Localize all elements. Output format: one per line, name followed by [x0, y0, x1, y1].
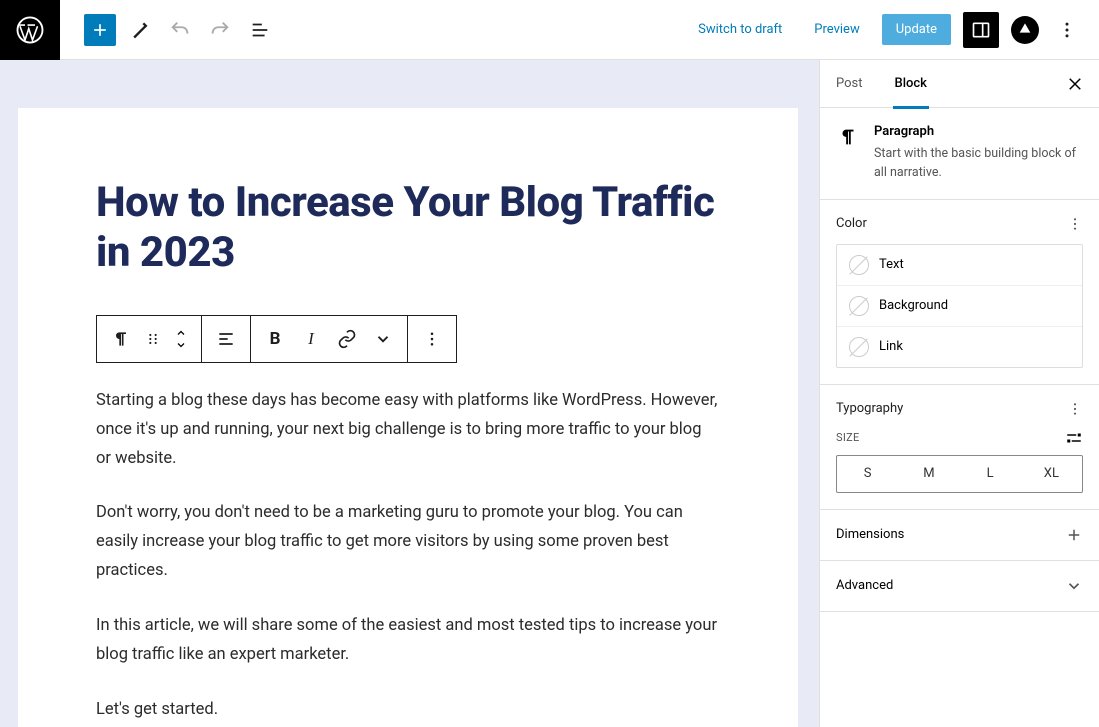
color-background-button[interactable]: Background	[837, 286, 1082, 327]
color-text-button[interactable]: Text	[837, 245, 1082, 286]
block-description: Start with the basic building block of a…	[874, 145, 1083, 183]
sidebar-toggle-button[interactable]	[963, 12, 999, 48]
add-block-button[interactable]	[84, 14, 116, 46]
color-options-button[interactable]	[1067, 216, 1083, 232]
undo-button[interactable]	[164, 14, 196, 46]
color-bg-label: Background	[879, 298, 948, 313]
tab-block[interactable]: Block	[879, 60, 943, 108]
chevron-down-icon	[1065, 577, 1083, 595]
color-swatch-icon	[849, 255, 869, 275]
link-button[interactable]	[329, 316, 365, 362]
update-button[interactable]: Update	[882, 14, 951, 45]
editor-canvas[interactable]: How to Increase Your Blog Traffic in 202…	[18, 108, 798, 727]
size-xl-button[interactable]: XL	[1021, 456, 1082, 492]
paragraph-icon	[836, 124, 860, 183]
dimensions-panel-toggle[interactable]: Dimensions	[820, 510, 1099, 561]
post-title[interactable]: How to Increase Your Blog Traffic in 202…	[96, 178, 720, 279]
more-format-button[interactable]	[365, 316, 401, 362]
size-label: SIZE	[836, 431, 860, 444]
italic-button[interactable]: I	[293, 316, 329, 362]
paragraph-block[interactable]: In this article, we will share some of t…	[96, 612, 720, 670]
block-toolbar: B I	[96, 315, 457, 363]
block-name: Paragraph	[874, 124, 1083, 139]
preview-link[interactable]: Preview	[804, 14, 869, 45]
size-settings-button[interactable]	[1065, 429, 1083, 447]
block-type-paragraph-button[interactable]	[103, 316, 139, 362]
size-l-button[interactable]: L	[960, 456, 1021, 492]
document-overview-button[interactable]	[244, 14, 276, 46]
redo-button[interactable]	[204, 14, 236, 46]
settings-sidebar: Post Block Paragraph Start with the basi…	[819, 60, 1099, 727]
color-text-label: Text	[879, 257, 904, 272]
paragraph-block[interactable]: Let's get started.	[96, 696, 720, 725]
move-up-button[interactable]	[173, 327, 189, 339]
advanced-panel-toggle[interactable]: Advanced	[820, 561, 1099, 612]
dimensions-label: Dimensions	[836, 527, 904, 542]
size-m-button[interactable]: M	[898, 456, 959, 492]
close-sidebar-button[interactable]	[1051, 60, 1099, 108]
drag-handle-button[interactable]	[139, 316, 167, 362]
size-s-button[interactable]: S	[837, 456, 898, 492]
plus-icon	[1065, 526, 1083, 544]
color-link-button[interactable]: Link	[837, 327, 1082, 367]
paragraph-block[interactable]: Don't worry, you don't need to be a mark…	[96, 499, 720, 586]
tools-button[interactable]	[124, 14, 156, 46]
typography-panel-title: Typography	[836, 401, 903, 416]
advanced-label: Advanced	[836, 578, 893, 593]
paragraph-block[interactable]: Starting a blog these days has become ea…	[96, 387, 720, 474]
options-menu-button[interactable]	[1051, 14, 1083, 46]
align-button[interactable]	[208, 316, 244, 362]
color-link-label: Link	[879, 339, 903, 354]
color-panel-title: Color	[836, 216, 867, 231]
plugin-icon[interactable]	[1011, 16, 1039, 44]
block-options-button[interactable]	[414, 316, 450, 362]
wordpress-logo[interactable]	[0, 0, 60, 60]
switch-to-draft-link[interactable]: Switch to draft	[688, 14, 792, 45]
typography-options-button[interactable]	[1067, 401, 1083, 417]
move-down-button[interactable]	[173, 339, 189, 351]
color-swatch-icon	[849, 337, 869, 357]
bold-button[interactable]: B	[257, 316, 293, 362]
color-swatch-icon	[849, 296, 869, 316]
tab-post[interactable]: Post	[820, 60, 879, 108]
